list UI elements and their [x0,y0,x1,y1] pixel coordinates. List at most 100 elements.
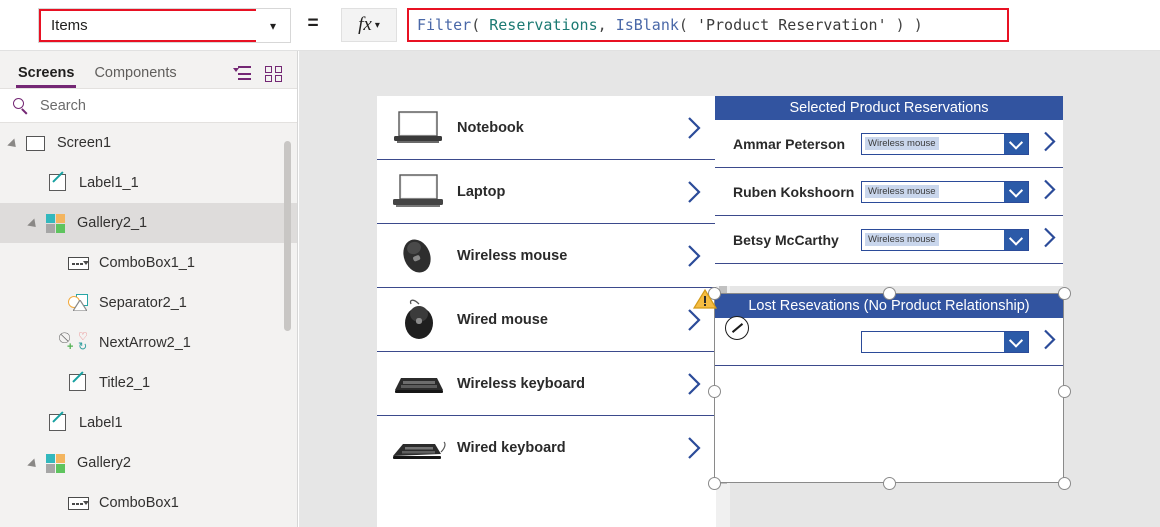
chevron-right-icon[interactable] [1042,327,1057,356]
list-view-icon[interactable] [233,66,251,82]
expand-twisty-icon[interactable] [28,216,42,230]
tree-item-title2_1[interactable]: Title2_1 [0,363,297,403]
chevron-down-icon[interactable] [1004,229,1028,250]
tree-item-label: Gallery2 [77,455,131,471]
product-row[interactable]: Notebook [377,96,716,160]
label-icon [46,411,72,434]
tree-item-label1[interactable]: Label1 [0,403,297,443]
tree-item-combobox1_1[interactable]: ComboBox1_1 [0,243,297,283]
tree-scrollbar[interactable] [284,141,291,331]
reservation-person-name: Betsy McCarthy [733,231,839,248]
tree-item-label1_1[interactable]: Label1_1 [0,163,297,203]
property-selector[interactable]: Items ▾ [38,8,291,43]
chevron-right-icon[interactable] [686,115,702,141]
tree-item-label: Separator2_1 [99,295,187,311]
chevron-down-icon[interactable] [1004,181,1028,202]
product-name: Wireless mouse [457,247,568,264]
combobox-selected-chip [865,341,871,343]
fx-button[interactable]: fx ▾ [341,8,397,42]
chevron-down-icon[interactable]: ▾ [256,9,290,42]
product-row[interactable]: Wireless mouse [377,224,716,288]
product-combobox[interactable]: Wireless mouse [861,180,1029,203]
reservation-row[interactable]: Ammar Peterson Wireless mouse [715,120,1063,168]
formula-token: ( [678,16,697,34]
reservation-row[interactable]: Ruben Kokshoorn Wireless mouse [715,168,1063,216]
chevron-right-icon[interactable] [686,435,702,461]
formula-bar: Items ▾ = fx ▾ Filter( Reservations, IsB… [0,0,1160,51]
combobox-selected-chip: Wireless mouse [865,233,939,246]
chevron-right-icon[interactable] [1042,129,1057,158]
expand-twisty-icon[interactable] [28,456,42,470]
tree-view-tabs: Screens Components [0,51,297,89]
tree-item-label: Label1 [79,415,123,431]
grid-view-icon[interactable] [265,66,283,82]
chevron-right-icon[interactable] [686,371,702,397]
chevron-down-icon[interactable] [1004,331,1028,352]
expand-twisty-icon[interactable] [8,136,22,150]
notebook-image [389,106,449,150]
reservation-person-name: Ruben Kokshoorn [733,183,855,200]
chevron-right-icon[interactable] [1042,225,1057,254]
chevron-right-icon[interactable] [1042,177,1057,206]
gallery-icon [44,212,70,234]
product-name: Notebook [457,119,524,136]
property-selector-value[interactable]: Items [39,9,256,42]
tree-view-panel: Screens Components Search Screen1 Label1… [0,51,298,527]
product-row[interactable]: Wired mouse [377,288,716,352]
combobox-selected-chip: Wireless mouse [865,137,939,150]
selected-reservations-gallery[interactable]: Selected Product Reservations Ammar Pete… [715,96,1063,286]
power-apps-studio: Items ▾ = fx ▾ Filter( Reservations, IsB… [0,0,1160,527]
combobox-icon [66,252,92,274]
wireless-keyboard-image [389,362,449,406]
tree-item-label: Gallery2_1 [77,215,148,231]
reservation-row[interactable]: Betsy McCarthy Wireless mouse [715,216,1063,264]
formula-token: Filter [417,16,472,34]
tree-item-screen1[interactable]: Screen1 [0,123,297,163]
formula-token: 'Product Reservation' [696,16,887,34]
product-combobox[interactable]: Wireless mouse [861,132,1029,155]
tree-item-nextarrow2_1[interactable]: ⃠♡ +↻ NextArrow2_1 [0,323,297,363]
product-name: Wireless keyboard [457,375,586,392]
search-input-placeholder[interactable]: Search [40,98,86,114]
tab-components[interactable]: Components [84,65,186,88]
tree-item-label: ComboBox1_1 [99,255,195,271]
tree-item-label: Label1_1 [79,175,139,191]
chevron-right-icon[interactable] [686,243,702,269]
tree-list: Screen1 Label1_1 Gallery2_1 ComboBox1_1 [0,123,297,527]
product-combobox[interactable] [861,330,1029,353]
tree-item-label: Screen1 [57,135,112,151]
search-box[interactable]: Search [0,89,297,123]
tree-item-label: Title2_1 [99,375,151,391]
tree-item-combobox1[interactable]: ComboBox1 [0,483,297,523]
chevron-down-icon[interactable]: ▾ [375,20,380,31]
wired-keyboard-image [389,426,449,470]
chevron-right-icon[interactable] [686,179,702,205]
triangle-shape [73,300,87,311]
tree-item-gallery2_1[interactable]: Gallery2_1 [0,203,297,243]
product-row[interactable]: Wireless keyboard [377,352,716,416]
product-row[interactable]: Wired keyboard [377,416,716,480]
search-icon [12,97,30,115]
app-canvas: Notebook Laptop Wireless mouse Wired mou… [299,51,1160,527]
reservation-row[interactable] [715,318,1063,366]
product-row[interactable]: Laptop [377,160,716,224]
tree-item-gallery2[interactable]: Gallery2 [0,443,297,483]
product-name: Wired keyboard [457,440,566,456]
lost-reservations-gallery[interactable]: Lost Resevations (No Product Relationshi… [715,294,1063,482]
chevron-right-icon[interactable] [686,307,702,333]
tree-item-label: ComboBox1 [99,495,179,511]
formula-token: ) ) [886,16,923,34]
tab-screens[interactable]: Screens [8,65,84,88]
formula-token: , [597,16,616,34]
selected-reservations-title: Selected Product Reservations [715,96,1063,120]
tree-item-separator2_1[interactable]: Separator2_1 [0,283,297,323]
product-combobox[interactable]: Wireless mouse [861,228,1029,251]
formula-token: IsBlank [615,16,679,34]
separator-icon [66,292,92,314]
product-list-gallery[interactable]: Notebook Laptop Wireless mouse Wired mou… [377,96,716,527]
chevron-down-icon[interactable] [1004,133,1028,154]
screen-icon [24,132,50,154]
formula-input[interactable]: Filter( Reservations, IsBlank( 'Product … [407,8,1009,42]
equals-sign: = [307,13,319,34]
tree-view-toolbar [233,66,297,88]
